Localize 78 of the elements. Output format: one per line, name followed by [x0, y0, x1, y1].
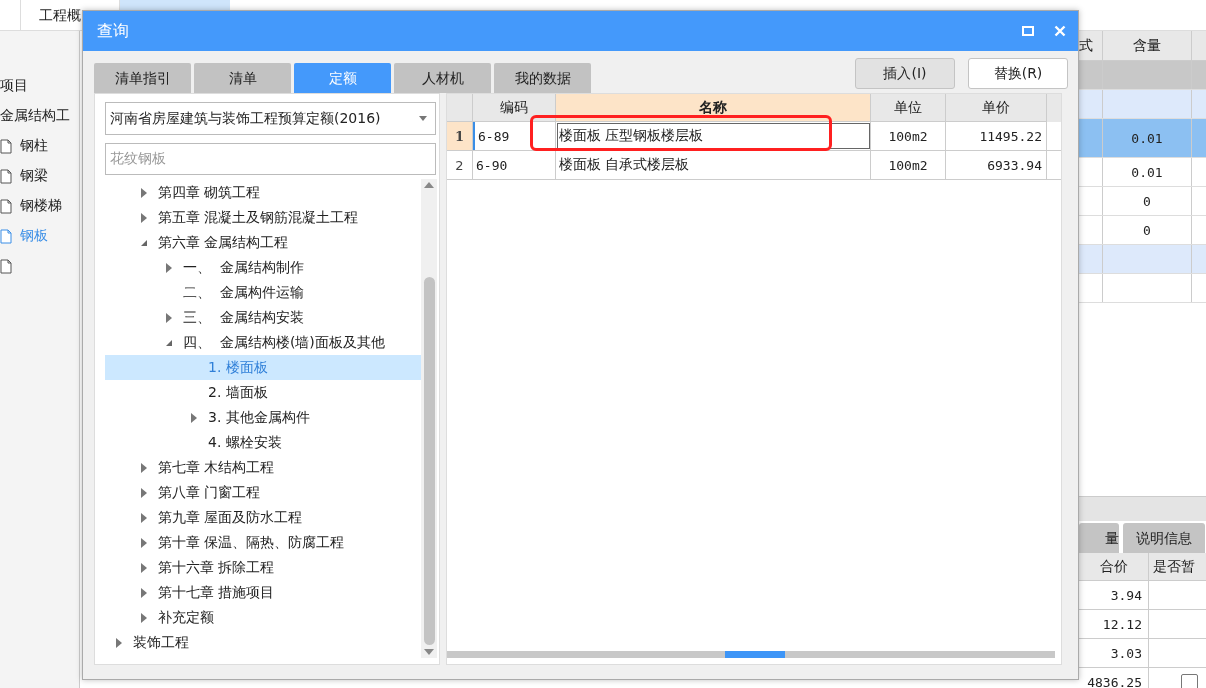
expand-arrow-icon[interactable] [141, 562, 147, 573]
checkbox[interactable] [1181, 673, 1198, 688]
expand-arrow-icon[interactable] [141, 537, 147, 548]
table-cell: 6-90 [473, 151, 556, 179]
tree-item[interactable]: 第七章 木结构工程 [105, 455, 421, 480]
tree-item[interactable]: 三、 金属结构安装 [105, 305, 421, 330]
table-cell: 0.01 [1131, 164, 1163, 180]
tree-item[interactable]: 补充定额 [105, 605, 421, 630]
panel-tab[interactable]: 量 [1079, 523, 1119, 553]
column-header[interactable]: 单价 [946, 94, 1047, 122]
tree-item[interactable]: 第九章 屋面及防水工程 [105, 505, 421, 530]
caret-icon [419, 116, 427, 121]
expand-arrow-icon[interactable] [141, 587, 147, 598]
dialog-button[interactable]: 替换(R) [968, 58, 1068, 89]
tree-item[interactable]: 3. 其他金属构件 [105, 405, 421, 430]
dialog-tab[interactable]: 清单 [194, 63, 291, 93]
column-header[interactable]: 单位 [871, 94, 946, 122]
table-cell: 6933.94 [946, 151, 1047, 179]
tree-item[interactable]: 第十章 保温、隔热、防腐工程 [105, 530, 421, 555]
row-number[interactable]: 2 [447, 151, 473, 179]
tree-item[interactable]: 第四章 砌筑工程 [105, 180, 421, 205]
tree-item[interactable]: 第八章 门窗工程 [105, 480, 421, 505]
expand-arrow-icon[interactable] [141, 512, 147, 523]
tree-item[interactable]: 装饰工程 [105, 630, 421, 655]
table-cell: 11495.22 [946, 122, 1047, 150]
row-number[interactable]: 1 [447, 122, 473, 150]
table-cell: 100m2 [871, 151, 946, 179]
expand-arrow-icon[interactable] [141, 462, 147, 473]
project-tree-item[interactable]: 钢楼梯 [20, 197, 62, 215]
dialog-button[interactable]: 插入(I) [855, 58, 955, 89]
dialog-tab[interactable]: 我的数据 [494, 63, 591, 93]
table-cell: 0 [1143, 222, 1151, 238]
table-cell: 100m2 [871, 122, 946, 150]
expand-arrow-icon[interactable] [166, 312, 172, 323]
table-cell: 楼面板 压型钢板楼层板 [556, 122, 871, 150]
project-tree-item[interactable]: 钢柱 [20, 137, 48, 155]
column-header: 是否暂 [1152, 556, 1196, 576]
dialog-tab[interactable]: 人材机 [394, 63, 491, 93]
tree-item[interactable]: 第六章 金属结构工程 [105, 230, 421, 255]
scroll-thumb[interactable] [423, 277, 435, 645]
table-row[interactable]: 0 [1079, 216, 1206, 245]
expand-arrow-icon[interactable] [166, 262, 172, 273]
table-cell: 楼面板 自承式楼层板 [556, 151, 871, 179]
close-icon[interactable] [1054, 25, 1066, 37]
table-cell: 0.01 [1131, 130, 1163, 146]
tree-item[interactable]: 二、 金属构件运输 [105, 280, 421, 305]
tree-item[interactable]: 第十七章 措施项目 [105, 580, 421, 605]
expand-arrow-icon[interactable] [116, 637, 122, 648]
tree-item[interactable]: 第十六章 拆除工程 [105, 555, 421, 580]
expand-arrow-icon[interactable] [141, 487, 147, 498]
column-header: 含量 [1103, 31, 1192, 60]
tree-item[interactable]: 四、 金属结构楼(墙)面板及其他 [105, 330, 421, 355]
expand-arrow-icon[interactable] [141, 612, 147, 623]
project-tree-item[interactable]: 金属结构工 [0, 107, 70, 125]
table-cell: 6-89 [473, 122, 556, 150]
expand-arrow-icon[interactable] [191, 412, 197, 423]
table-cell: 0 [1143, 193, 1151, 209]
scroll-up-icon[interactable] [424, 182, 434, 188]
expand-arrow-icon[interactable] [141, 187, 147, 198]
maximize-icon[interactable] [1022, 26, 1034, 36]
expand-arrow-icon[interactable] [141, 212, 147, 223]
table-row[interactable]: 0 [1079, 187, 1206, 216]
tree-item[interactable]: 一、 金属结构制作 [105, 255, 421, 280]
scrollbar[interactable] [421, 179, 437, 658]
library-dropdown[interactable]: 河南省房屋建筑与装饰工程预算定额(2016) [105, 102, 436, 135]
project-tree-item[interactable]: 项目 [0, 77, 28, 95]
scrollbar[interactable] [447, 651, 1055, 658]
tree-item[interactable]: 4. 螺栓安装 [105, 430, 421, 455]
tree-item[interactable]: 2. 墙面板 [105, 380, 421, 405]
dialog-tab[interactable]: 清单指引 [94, 63, 191, 93]
table-row[interactable]: 0.01 [1079, 119, 1206, 158]
tree-item[interactable]: 第五章 混凝土及钢筋混凝土工程 [105, 205, 421, 230]
scroll-thumb[interactable] [725, 651, 785, 658]
table-row[interactable]: 0.01 [1079, 158, 1206, 187]
panel-tab[interactable]: 说明信息 [1123, 523, 1205, 553]
column-header[interactable]: 名称 [556, 94, 871, 122]
scroll-down-icon[interactable] [424, 649, 434, 655]
project-tree-item[interactable]: 钢梁 [20, 167, 48, 185]
